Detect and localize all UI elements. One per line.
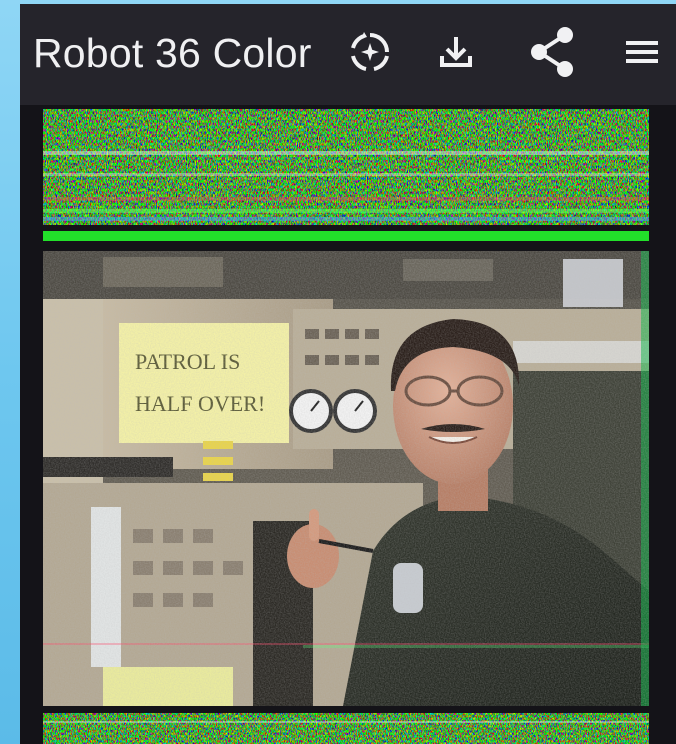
save-image-button[interactable] [426,22,486,82]
share-button[interactable] [522,22,582,82]
decoded-image-photo[interactable]: PATROL IS HALF OVER! [43,251,649,706]
decode-new-button[interactable] [340,22,400,82]
mode-title: Robot 36 Color [33,30,312,76]
decoded-image-noise-bottom[interactable] [43,713,649,744]
download-icon [440,37,472,67]
share-icon [531,27,573,77]
app-bar: Robot 36 Color [20,4,676,105]
decode-new-icon [351,32,389,71]
menu-icon [626,41,658,63]
app-screen: Robot 36 Color [20,4,676,744]
decoded-image-noise-top[interactable] [43,109,649,241]
overflow-menu-button[interactable] [612,22,672,82]
image-list[interactable]: PATROL IS HALF OVER! [20,105,676,744]
